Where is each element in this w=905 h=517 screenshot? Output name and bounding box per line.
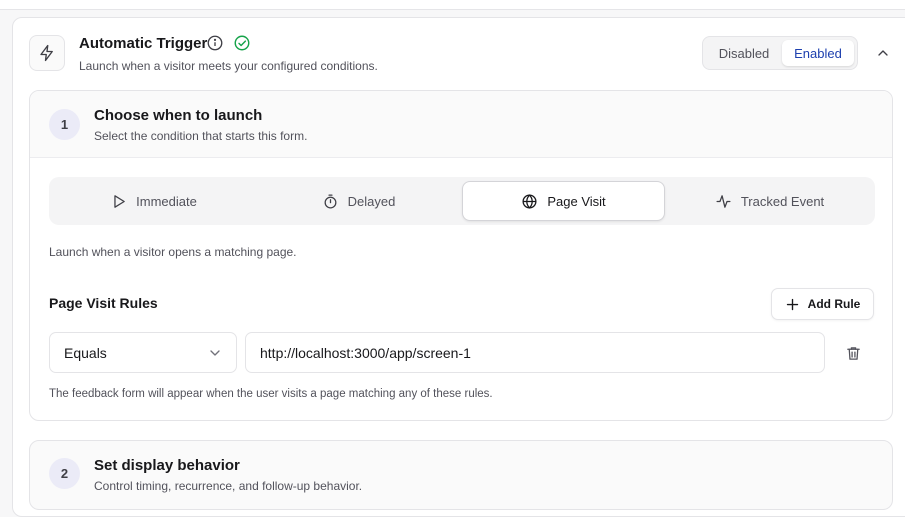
step-header: 1 Choose when to launch Select the condi… xyxy=(30,91,892,158)
tab-immediate[interactable]: Immediate xyxy=(52,181,255,221)
step-number-badge: 1 xyxy=(49,109,80,140)
step-title: Choose when to launch xyxy=(94,107,263,124)
step-title: Set display behavior xyxy=(94,457,240,474)
step-launch-card: 1 Choose when to launch Select the condi… xyxy=(29,90,893,421)
stopwatch-icon xyxy=(324,193,337,209)
match-type-value: Equals xyxy=(64,344,107,361)
lightning-icon xyxy=(29,35,65,71)
launch-condition-tabs: Immediate Delayed Page Visit Tracked Eve… xyxy=(49,177,875,225)
chevron-down-icon xyxy=(210,350,220,356)
toggle-enabled-option[interactable]: Enabled xyxy=(782,40,854,66)
tab-page-visit[interactable]: Page Visit xyxy=(462,181,665,221)
trigger-toggle: Disabled Enabled xyxy=(702,36,858,70)
info-icon[interactable] xyxy=(206,34,224,52)
tab-label: Immediate xyxy=(136,193,197,209)
activity-icon xyxy=(716,194,731,208)
match-type-select[interactable]: Equals xyxy=(49,332,237,373)
rules-title: Page Visit Rules xyxy=(49,295,158,311)
launch-condition-note: Launch when a visitor opens a matching p… xyxy=(49,245,297,259)
add-rule-button[interactable]: Add Rule xyxy=(771,288,874,320)
tab-tracked-event[interactable]: Tracked Event xyxy=(668,181,871,221)
check-circle-icon xyxy=(233,34,251,52)
step-number-badge: 2 xyxy=(49,458,80,489)
step-subtitle: Select the condition that starts this fo… xyxy=(94,129,308,143)
tab-label: Delayed xyxy=(347,193,396,209)
step-subtitle: Control timing, recurrence, and follow-u… xyxy=(94,479,363,493)
globe-icon xyxy=(522,193,537,209)
chevron-up-icon[interactable] xyxy=(875,45,891,61)
rules-note: The feedback form will appear when the u… xyxy=(49,388,493,400)
previous-card-edge xyxy=(0,0,905,10)
tab-delayed[interactable]: Delayed xyxy=(257,181,460,221)
toggle-disabled-option[interactable]: Disabled xyxy=(709,41,779,66)
trigger-title: Automatic Trigger xyxy=(79,35,208,52)
play-icon xyxy=(114,194,125,208)
trigger-description: Launch when a visitor meets your configu… xyxy=(79,59,378,73)
tab-label: Page Visit xyxy=(547,193,606,209)
add-rule-label: Add Rule xyxy=(807,297,861,311)
trash-icon[interactable] xyxy=(842,342,864,364)
step-display-card[interactable]: 2 Set display behavior Control timing, r… xyxy=(29,440,893,510)
plus-icon xyxy=(786,298,798,310)
tab-label: Tracked Event xyxy=(740,193,825,209)
url-input[interactable] xyxy=(245,332,825,373)
